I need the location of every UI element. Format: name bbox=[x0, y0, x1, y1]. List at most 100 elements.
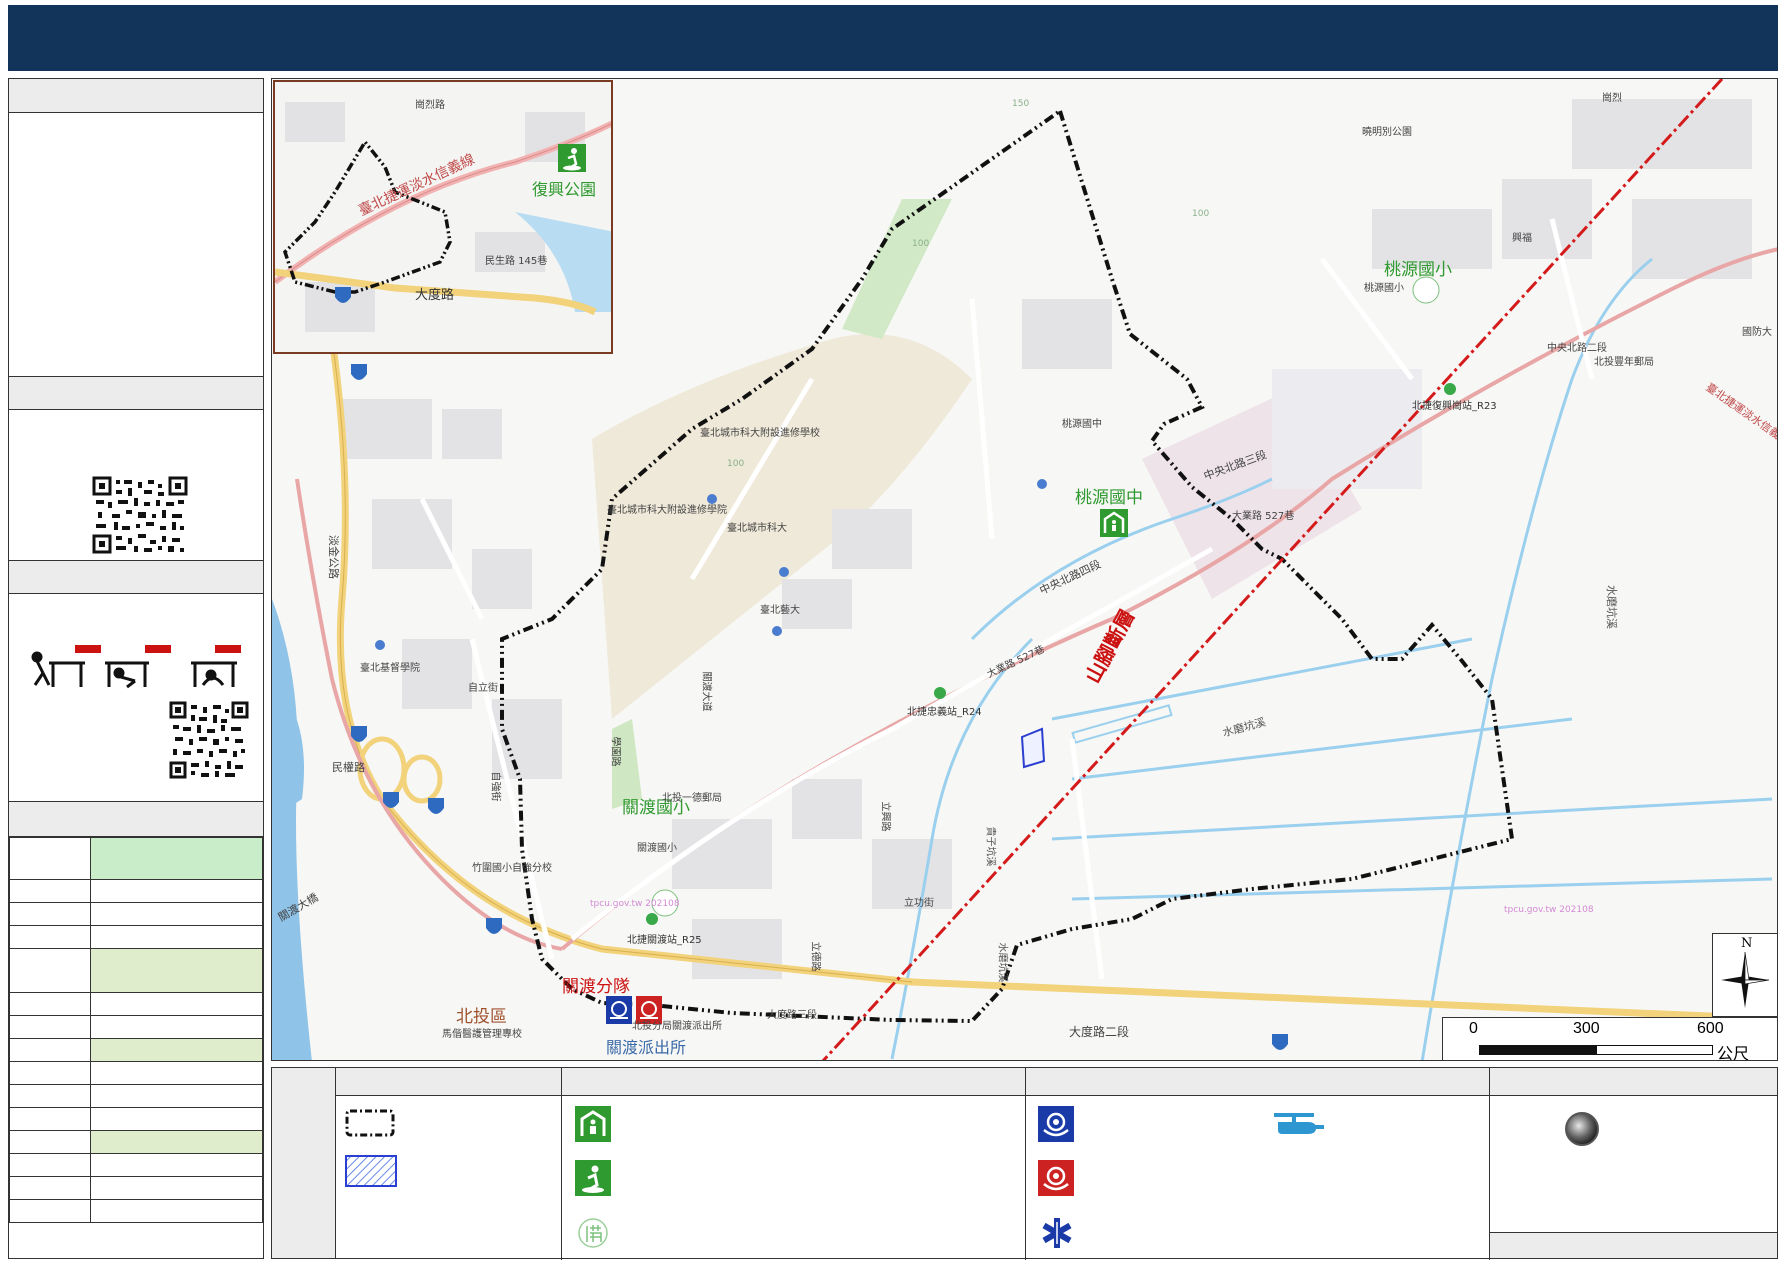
police-small-label: 北投分局關渡派出所 bbox=[632, 1021, 722, 1032]
inset-dadu-road-label: 大度路 bbox=[415, 288, 455, 303]
section-header-safety bbox=[9, 560, 263, 594]
lide-road-label: 立德路 bbox=[809, 941, 821, 972]
road-dadu-3-label: 大度路三段 bbox=[767, 1010, 817, 1021]
beitou-district-label: 北投區 bbox=[456, 1007, 507, 1027]
watermark-2: tpcu.gov.tw 202108 bbox=[1504, 905, 1594, 915]
legend-head-water bbox=[1489, 1068, 1777, 1096]
water-point-icon bbox=[1565, 1112, 1599, 1146]
section-header-qr bbox=[9, 376, 263, 410]
contour-100-a: 100 bbox=[912, 239, 930, 249]
university-label-3: 臺北城市科大附設進修學校 bbox=[700, 428, 820, 439]
ganglie-label: 崗烈 bbox=[1602, 93, 1622, 104]
section-header-info bbox=[9, 79, 263, 113]
taoyuan-es-small-label: 桃源國小 bbox=[1364, 283, 1404, 294]
tnua-label: 臺北藝大 bbox=[760, 605, 800, 616]
drop-cover-hold-illustration bbox=[31, 645, 241, 689]
table-row bbox=[9, 1176, 263, 1200]
shelter-icon bbox=[575, 1106, 611, 1142]
scale-tick-0: 0 bbox=[1469, 1020, 1478, 1037]
xueyuan-road-label: 學園路 bbox=[609, 736, 621, 767]
liquefaction-area-icon bbox=[345, 1155, 397, 1187]
post-office-label: 北投一德郵局 bbox=[662, 793, 722, 804]
legend-head-services bbox=[1025, 1068, 1489, 1096]
table-row bbox=[9, 1038, 263, 1062]
compass-icon bbox=[1721, 951, 1770, 1008]
guandu-es-small-label: 關渡國小 bbox=[637, 843, 677, 854]
christian-college-label: 臺北基督學院 bbox=[360, 663, 420, 674]
qr-code-icon[interactable] bbox=[92, 476, 188, 554]
north-arrow: N bbox=[1712, 933, 1777, 1017]
mrt-r23-label: 北捷復興崗站_R23 bbox=[1412, 401, 1497, 412]
main-map[interactable]: 山腳斷層 桃源國中 桃源國小 關渡國小 關渡分隊 關渡派出所 北投區 北捷復興崗… bbox=[271, 78, 1778, 1061]
scale-bar-white bbox=[1596, 1045, 1713, 1055]
legend-divider bbox=[1489, 1068, 1490, 1260]
fire-icon bbox=[1038, 1160, 1074, 1196]
contact-table bbox=[9, 837, 263, 1223]
section-header-contacts bbox=[9, 801, 263, 837]
contour-100-c: 100 bbox=[727, 459, 745, 469]
legend-foot-water bbox=[1489, 1232, 1777, 1258]
boundary-icon bbox=[345, 1109, 395, 1137]
fuxing-park-label: 復興公園 bbox=[532, 180, 597, 199]
guanlu-road-label: 關渡大道 bbox=[700, 671, 712, 712]
inset-minsheng-label: 民生路 145巷 bbox=[485, 256, 548, 267]
contour-100-b: 100 bbox=[1192, 209, 1210, 219]
university-label-2: 臺北城市科大附設進修學院 bbox=[607, 505, 727, 516]
shelter-marker bbox=[1100, 509, 1128, 537]
helicopter-icon bbox=[1274, 1113, 1324, 1134]
mackay-label: 馬偕醫護管理專校 bbox=[442, 1029, 522, 1040]
guandu-fire-squad-label: 關渡分隊 bbox=[562, 977, 630, 997]
taoyuan-jh-small-label: 桃源國中 bbox=[1062, 419, 1102, 430]
safety-qr-code-icon[interactable] bbox=[169, 701, 249, 779]
table-row bbox=[9, 1061, 263, 1085]
page-header bbox=[8, 5, 1778, 71]
scale-bar-black bbox=[1479, 1045, 1596, 1055]
guizi-stream-label: 貴子坑溪 bbox=[984, 826, 996, 867]
road-dadu-2-label: 大度路二段 bbox=[1069, 1025, 1130, 1039]
danjin-highway-label: 淡金公路 bbox=[327, 535, 340, 579]
table-row bbox=[9, 1084, 263, 1108]
table-row bbox=[9, 1107, 263, 1131]
map-legend bbox=[271, 1067, 1778, 1260]
left-info-panel bbox=[8, 78, 264, 1259]
table-row bbox=[9, 925, 263, 949]
scale-tick-300: 300 bbox=[1573, 1020, 1600, 1037]
inset-map[interactable]: 復興公園 臺北捷運淡水信義線 大度路 民生路 145巷 崗烈路 bbox=[273, 80, 613, 354]
legend-head-shelter bbox=[561, 1068, 1025, 1096]
table-row bbox=[9, 1015, 263, 1039]
table-row bbox=[9, 992, 263, 1016]
watermark-1: tpcu.gov.tw 202108 bbox=[590, 899, 680, 909]
taoyuan-junior-high-label: 桃源國中 bbox=[1075, 488, 1143, 508]
table-row bbox=[9, 1130, 263, 1154]
minquan-road-label: 民權路 bbox=[332, 761, 365, 774]
road-zhongyang-2-label: 中央北路二段 bbox=[1547, 343, 1607, 354]
scale-unit: 公尺 bbox=[1717, 1046, 1750, 1061]
university-label-1: 臺北城市科大 bbox=[727, 523, 787, 534]
shuimo-stream-label-2: 水磨坑溪 bbox=[1605, 585, 1618, 629]
inset-ganglie-label: 崗烈路 bbox=[415, 100, 445, 111]
road-daye-527b-label: 大業路 527巷 bbox=[1232, 511, 1295, 522]
legend-head-boundary bbox=[336, 1068, 561, 1096]
medical-icon bbox=[1042, 1218, 1072, 1248]
ligong-road-label: 立功街 bbox=[904, 898, 934, 909]
taoyuan-elementary-label: 桃源國小 bbox=[1384, 260, 1452, 280]
lixing-road-label: 立興路 bbox=[879, 801, 891, 832]
legend-divider bbox=[1025, 1068, 1026, 1260]
scale-bar: 0 300 600 公尺 bbox=[1442, 1017, 1777, 1061]
inset-canvas bbox=[275, 102, 611, 332]
table-row bbox=[9, 879, 263, 903]
evacuation-site-icon bbox=[575, 1160, 611, 1196]
park-label: 曉明別公園 bbox=[1362, 127, 1412, 138]
police-icon bbox=[1038, 1106, 1074, 1142]
scale-tick-600: 600 bbox=[1697, 1020, 1724, 1037]
guandu-police-label: 關渡派出所 bbox=[606, 1038, 687, 1057]
legend-divider bbox=[561, 1068, 562, 1260]
zili-road-label: 自立街 bbox=[468, 683, 498, 694]
table-row bbox=[9, 902, 263, 926]
contour-150: 150 bbox=[1012, 99, 1030, 109]
zhuwei-label: 竹圍國小自強分校 bbox=[472, 863, 552, 874]
mrt-r25-label: 北捷關渡站_R25 bbox=[627, 935, 702, 946]
standby-shelter-icon bbox=[578, 1218, 608, 1248]
beitou-post-label: 北投豐年郵局 bbox=[1594, 357, 1654, 368]
legend-head-left bbox=[272, 1068, 336, 1258]
